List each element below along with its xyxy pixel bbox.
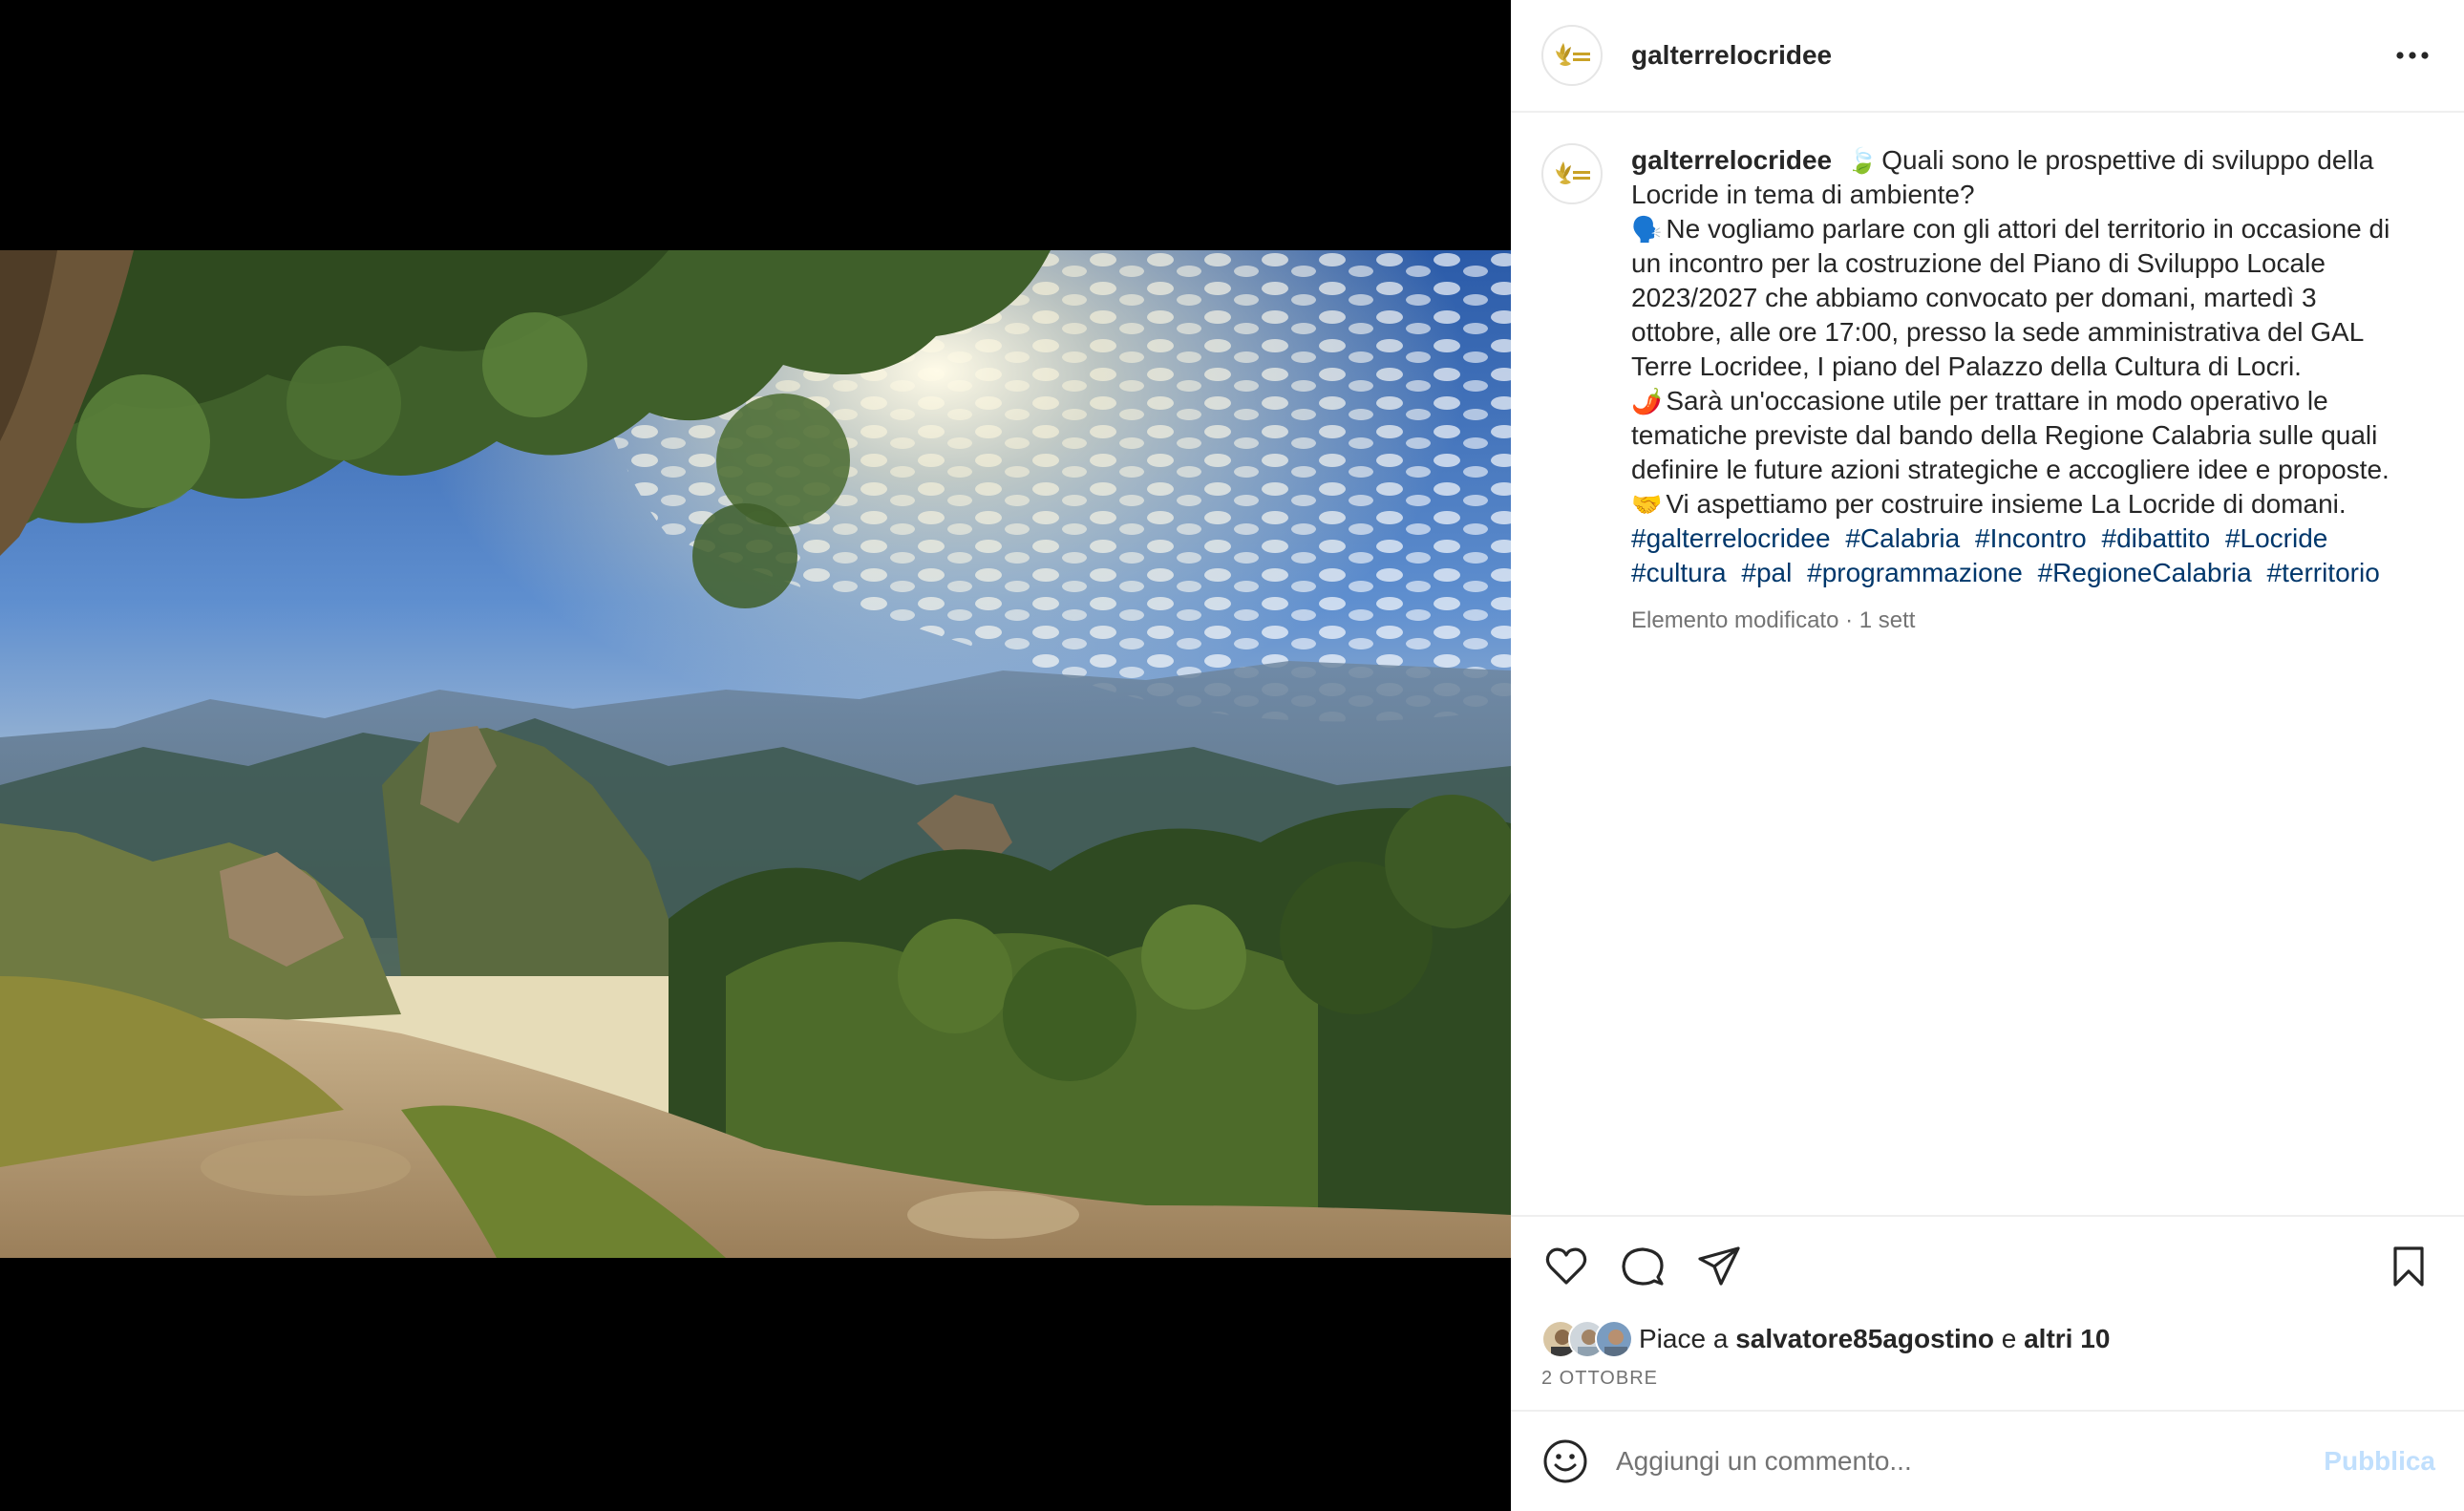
hashtag-link[interactable]: #Locride [2225, 523, 2327, 553]
landscape-photo [0, 250, 1511, 1258]
caption: galterrelocridee 🍃 Quali sono le prospett… [1541, 143, 2426, 638]
comment-input[interactable] [1616, 1446, 2325, 1477]
hashtag-link[interactable]: #Incontro [1975, 523, 2087, 553]
publish-button[interactable]: Pubblica [2324, 1446, 2435, 1477]
save-button[interactable] [2384, 1242, 2433, 1291]
hashtag-link[interactable]: #galterrelocridee [1631, 523, 1831, 553]
brand-logo-icon [1556, 161, 1590, 184]
caption-username[interactable]: galterrelocridee [1631, 145, 1832, 175]
more-horizontal-icon [2396, 52, 2429, 59]
post-date[interactable]: 2 OTTOBRE [1541, 1368, 2433, 1390]
caption-line: 🤝 Vi aspettiamo per costruire insieme La … [1631, 487, 2414, 521]
other-likes-link[interactable]: altri 10 [2024, 1324, 2110, 1353]
hashtag-link[interactable]: #cultura [1631, 558, 1727, 587]
liker-username-link[interactable]: salvatore85agostino [1735, 1324, 1994, 1353]
caption-line-text: Ne vogliamo parlare con gli attori del t… [1631, 214, 2390, 381]
hashtag-link[interactable]: #pal [1741, 558, 1792, 587]
caption-line: 🗣️ Ne vogliamo parlare con gli attori del… [1631, 212, 2414, 384]
smiley-icon[interactable] [1541, 1437, 1589, 1485]
share-button[interactable] [1694, 1242, 1744, 1291]
caption-line: 🌶️ Sarà un'occasione utile per trattare i… [1631, 384, 2414, 487]
hashtags: #galterrelocridee #Calabria #Incontro #d… [1631, 521, 2414, 590]
liker-avatar [1595, 1320, 1633, 1358]
bookmark-icon [2393, 1246, 2424, 1287]
chili-emoji-icon: 🌶️ [1631, 387, 1663, 415]
post-header: galterrelocridee [1511, 0, 2464, 113]
header-username[interactable]: galterrelocridee [1631, 40, 2393, 71]
likes-summary: Piace a salvatore85agostino e altri 10 [1541, 1320, 2433, 1358]
more-options-button[interactable] [2393, 36, 2432, 74]
heart-icon [1545, 1247, 1587, 1285]
speaking-head-emoji-icon: 🗣️ [1631, 215, 1663, 244]
caption-avatar[interactable] [1541, 143, 1603, 204]
caption-text: galterrelocridee 🍃 Quali sono le prospett… [1631, 143, 2414, 638]
brand-logo-icon [1556, 43, 1590, 66]
caption-meta: Elemento modificato · 1 sett [1631, 607, 1916, 633]
caption-line-text: Vi aspettiamo per costruire insieme La L… [1666, 489, 2347, 519]
like-button[interactable] [1541, 1242, 1591, 1291]
hashtag-link[interactable]: #RegioneCalabria [2038, 558, 2252, 587]
leaf-emoji-icon: 🍃 [1846, 146, 1879, 175]
comments-section: galterrelocridee 🍃 Quali sono le prospett… [1511, 113, 2464, 1215]
comment-bubble-icon [1622, 1247, 1664, 1286]
avatar[interactable] [1541, 25, 1603, 86]
handshake-emoji-icon: 🤝 [1631, 490, 1663, 519]
hashtag-link[interactable]: #dibattito [2102, 523, 2211, 553]
liker-avatars[interactable] [1541, 1320, 1633, 1358]
hashtag-link[interactable]: #territorio [2267, 558, 2380, 587]
post-media [0, 0, 1511, 1511]
likes-connector: e [2001, 1324, 2017, 1353]
hashtag-link[interactable]: #Calabria [1845, 523, 1960, 553]
action-bar [1541, 1238, 2433, 1295]
post-modal: galterrelocridee galterrelocridee 🍃 Qual… [0, 0, 2464, 1511]
send-icon [1698, 1246, 1740, 1286]
likes-prefix: Piace a [1639, 1324, 1729, 1353]
hashtag-link[interactable]: #programmazione [1807, 558, 2023, 587]
post-side-panel: galterrelocridee galterrelocridee 🍃 Qual… [1511, 0, 2464, 1511]
comment-button[interactable] [1618, 1242, 1667, 1291]
caption-line-text: Sarà un'occasione utile per trattare in … [1631, 386, 2390, 484]
comment-composer: Pubblica [1511, 1410, 2464, 1511]
likes-text: Piace a salvatore85agostino e altri 10 [1639, 1324, 2110, 1354]
post-photo[interactable] [0, 250, 1511, 1258]
actions-section: Piace a salvatore85agostino e altri 10 2… [1511, 1215, 2464, 1410]
